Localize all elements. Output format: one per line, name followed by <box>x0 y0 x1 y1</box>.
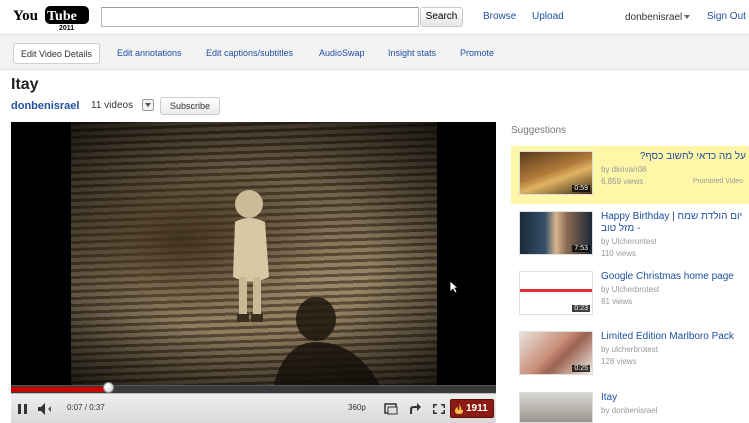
edit-video-details-button[interactable]: Edit Video Details <box>13 43 100 64</box>
share-icon[interactable] <box>407 400 423 418</box>
suggestion-thumbnail[interactable]: 7:53 <box>519 211 593 255</box>
chevron-down-icon[interactable] <box>684 15 690 19</box>
suggestion-item[interactable]: 0:23 Google Christmas home page by Ulche… <box>511 266 749 324</box>
mouse-pointer-icon <box>449 280 459 294</box>
sign-out-link[interactable]: Sign Out <box>707 11 746 22</box>
suggestion-title[interactable]: Itay <box>601 392 746 404</box>
suggestion-title[interactable]: על מה כדאי לחשוב כסף? <box>601 151 746 163</box>
suggestion-thumbnail[interactable] <box>519 392 593 423</box>
volume-icon[interactable] <box>36 400 54 418</box>
video-count: 11 videos <box>91 100 134 111</box>
time-display: 0:07 / 0:37 <box>67 403 105 412</box>
suggestion-views: 6,859 views <box>601 177 644 186</box>
duration-badge: 0:59 <box>572 185 590 192</box>
suggestion-item[interactable]: 7:53 Happy Birthday | יום הולדת שמח - מז… <box>511 206 749 264</box>
suggestion-views: 128 views <box>601 357 637 366</box>
duration-badge: 0:23 <box>572 305 590 312</box>
popout-icon[interactable] <box>383 400 399 418</box>
owner-toolbar: Edit Video Details Edit annotations Edit… <box>0 34 749 70</box>
flame-icon <box>455 404 463 414</box>
duration-badge: 7:53 <box>572 245 590 252</box>
vignette <box>71 122 437 385</box>
duration-badge: 0:25 <box>572 365 590 372</box>
view-count-badge[interactable]: 1911 <box>450 399 494 418</box>
user-menu[interactable]: donbenisrael <box>625 12 682 23</box>
edit-annotations-link[interactable]: Edit annotations <box>110 43 189 64</box>
scrubber-handle[interactable] <box>103 382 114 393</box>
suggestion-item[interactable]: Itay by donbenisrael <box>511 387 749 423</box>
search-button[interactable]: Search <box>420 7 463 27</box>
svg-text:You: You <box>13 8 38 24</box>
svg-text:Tube: Tube <box>47 9 77 24</box>
channel-link[interactable]: donbenisrael <box>11 100 79 112</box>
suggestions-heading: Suggestions <box>511 125 567 136</box>
browse-link[interactable]: Browse <box>483 11 516 22</box>
suggestion-author[interactable]: by ulcherbrotest <box>601 345 658 354</box>
suggestion-thumbnail[interactable]: 0:23 <box>519 271 593 315</box>
suggestion-author[interactable]: by donbenisrael <box>601 406 657 415</box>
suggestion-author[interactable]: by Ulcherontest <box>601 237 657 246</box>
edit-captions-link[interactable]: Edit captions/subtitles <box>199 43 300 64</box>
youtube-logo[interactable]: You Tube 2011 <box>11 3 91 31</box>
suggestion-title[interactable]: Google Christmas home page <box>601 271 746 283</box>
fullscreen-icon[interactable] <box>431 400 447 418</box>
svg-text:2011: 2011 <box>59 25 74 31</box>
masthead: You Tube 2011 Search Browse Upload donbe… <box>0 0 749 34</box>
promote-link[interactable]: Promote <box>453 43 501 64</box>
suggestion-title[interactable]: Limited Edition Marlboro Pack <box>601 331 746 343</box>
suggestion-author[interactable]: by Ulcherbrotest <box>601 285 659 294</box>
videos-dropdown-toggle[interactable] <box>142 99 154 111</box>
pause-icon[interactable] <box>16 400 30 418</box>
progress-bar[interactable] <box>11 382 496 393</box>
subscribe-button[interactable]: Subscribe <box>160 97 220 115</box>
suggestion-item[interactable]: 0:25 Limited Edition Marlboro Pack by ul… <box>511 326 749 384</box>
suggestion-title[interactable]: Happy Birthday | יום הולדת שמח - מזל טוב <box>601 211 746 235</box>
suggestion-views: 110 views <box>601 249 636 258</box>
quality-selector[interactable]: 360p <box>348 403 366 412</box>
audioswap-link[interactable]: AudioSwap <box>312 43 372 64</box>
suggestion-views: 81 views <box>601 297 633 306</box>
view-count: 1911 <box>466 403 488 414</box>
suggestion-author[interactable]: by dkrivan08 <box>601 165 646 174</box>
progress-played <box>11 387 108 392</box>
upload-link[interactable]: Upload <box>532 11 564 22</box>
player-controls: 0:07 / 0:37 360p 1911 <box>11 393 496 423</box>
insight-stats-link[interactable]: Insight stats <box>381 43 443 64</box>
suggestion-thumbnail[interactable]: 0:59 <box>519 151 593 195</box>
video-title: Itay <box>11 76 39 93</box>
suggestion-item[interactable]: 0:59 על מה כדאי לחשוב כסף? by dkrivan08 … <box>511 146 749 204</box>
video-player[interactable]: 0:07 / 0:37 360p 1911 <box>11 122 496 423</box>
promoted-label: Promoted Video <box>692 178 743 185</box>
search-input[interactable] <box>101 7 419 27</box>
video-frame[interactable] <box>71 122 437 385</box>
suggestion-thumbnail[interactable]: 0:25 <box>519 331 593 375</box>
